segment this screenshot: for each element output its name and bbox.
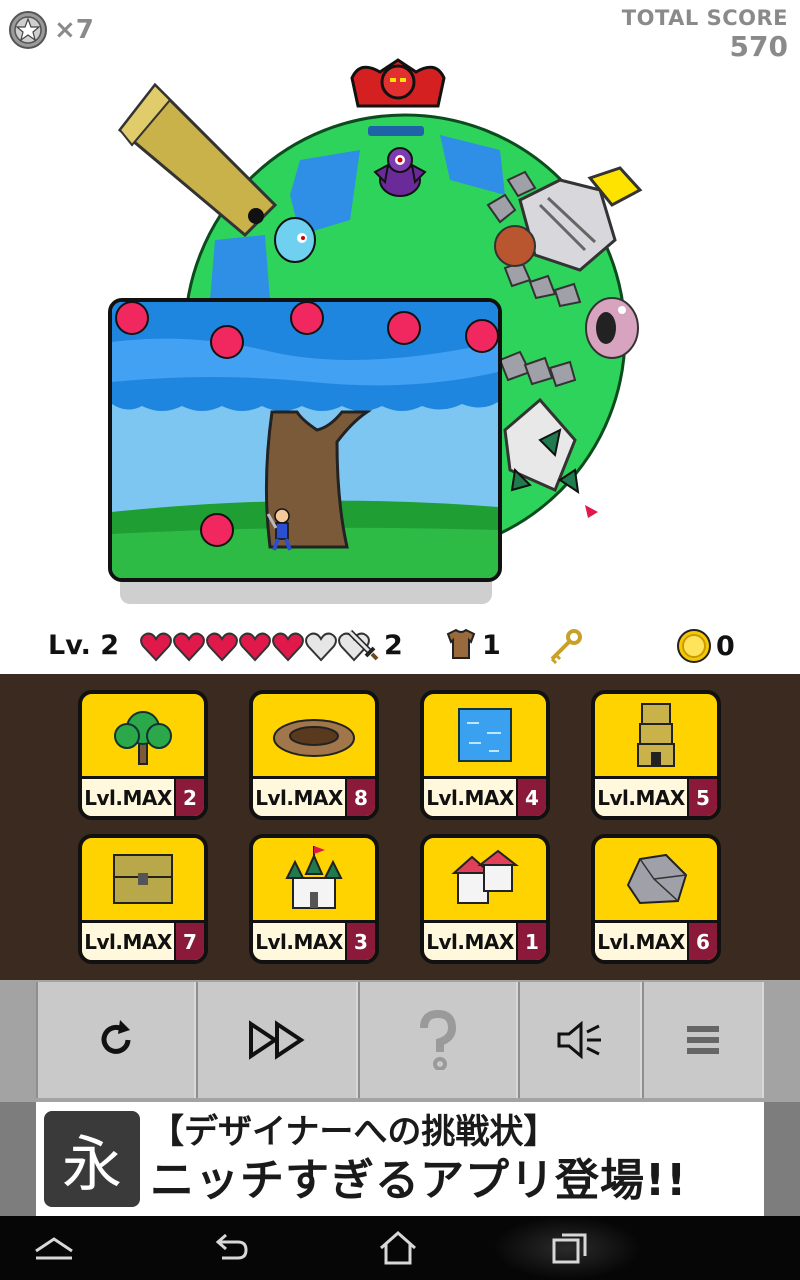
ad-line-1: 【デザイナーへの挑戦状】 <box>150 1112 558 1152</box>
building-footer: Lvl.MAX 8 <box>253 776 375 816</box>
nav-hide-button[interactable] <box>30 1226 78 1270</box>
building-level: Lvl.MAX <box>595 923 687 960</box>
fast-forward-button[interactable] <box>196 982 358 1098</box>
menu-icon <box>687 1026 719 1054</box>
heart-full-icon <box>140 632 172 662</box>
health-hearts <box>140 632 370 662</box>
control-bar <box>0 980 800 1102</box>
nav-recents-button[interactable] <box>546 1226 594 1270</box>
building-level: Lvl.MAX <box>253 923 345 960</box>
building-count: 5 <box>687 779 717 816</box>
heart-full-icon <box>206 632 238 662</box>
back-icon <box>215 1233 248 1260</box>
building-footer: Lvl.MAX 4 <box>424 776 546 816</box>
building-footer: Lvl.MAX 6 <box>595 920 717 960</box>
building-panel: Lvl.MAX 2 Lvl.MAX 8 Lvl.MAX 4 Lvl.MAX 5 Lvl.MAX 7… <box>0 674 800 980</box>
building-count: 7 <box>174 923 204 960</box>
building-card-hole[interactable]: Lvl.MAX 8 <box>249 690 379 820</box>
building-count: 3 <box>345 923 375 960</box>
house-icon <box>424 838 546 920</box>
castle-icon <box>253 838 375 920</box>
building-count: 1 <box>516 923 546 960</box>
chest-icon <box>82 838 204 920</box>
help-icon <box>420 1010 457 1070</box>
cave-monster-icon <box>585 297 639 359</box>
ad-banner[interactable]: 永 【デザイナーへの挑戦状】 ニッチすぎるアプリ登場!! <box>36 1102 764 1216</box>
coin-count: 0 <box>716 630 735 662</box>
system-nav-bar <box>0 1216 800 1280</box>
building-level: Lvl.MAX <box>424 779 516 816</box>
building-level: Lvl.MAX <box>82 779 174 816</box>
building-footer: Lvl.MAX 7 <box>82 920 204 960</box>
battle-scene[interactable] <box>108 298 502 582</box>
sword-count: 2 <box>384 629 403 661</box>
building-card-tree[interactable]: Lvl.MAX 2 <box>78 690 208 820</box>
ad-line-2: ニッチすぎるアプリ登場!! <box>150 1155 688 1206</box>
help-button[interactable] <box>358 982 518 1098</box>
menu-button[interactable] <box>642 982 764 1098</box>
building-card-tower[interactable]: Lvl.MAX 5 <box>591 690 721 820</box>
home-icon <box>380 1230 416 1265</box>
building-count: 4 <box>516 779 546 816</box>
fast-forward-icon <box>249 1020 305 1060</box>
sword-icon <box>347 629 379 661</box>
cannon-tower-icon <box>117 82 278 238</box>
building-card-castle[interactable]: Lvl.MAX 3 <box>249 834 379 964</box>
nav-back-button[interactable] <box>206 1226 254 1270</box>
heart-empty-icon <box>305 632 337 662</box>
building-count: 2 <box>174 779 204 816</box>
nav-home-button[interactable] <box>374 1226 422 1270</box>
rock-icon <box>595 838 717 920</box>
building-footer: Lvl.MAX 3 <box>253 920 375 960</box>
blue-ghost-icon <box>274 217 316 263</box>
coin-icon <box>677 629 711 663</box>
sound-button[interactable] <box>518 982 642 1098</box>
heart-full-icon <box>173 632 205 662</box>
ad-logo: 永 <box>44 1111 140 1207</box>
heart-full-icon <box>272 632 304 662</box>
armor-stat: 1 <box>444 628 501 662</box>
red-devil-icon <box>350 58 446 108</box>
player-level: Lv. 2 <box>48 630 120 661</box>
reload-button[interactable] <box>36 982 196 1098</box>
total-score-label: TOTAL SCORE <box>621 6 788 30</box>
heart-full-icon <box>239 632 271 662</box>
tree-icon <box>82 694 204 776</box>
sound-icon <box>557 1020 601 1060</box>
building-count: 6 <box>687 923 717 960</box>
building-level: Lvl.MAX <box>424 923 516 960</box>
reload-icon <box>101 1020 131 1054</box>
recents-icon <box>552 1233 587 1264</box>
building-footer: Lvl.MAX 5 <box>595 776 717 816</box>
key-stat <box>546 628 584 664</box>
building-card-rock[interactable]: Lvl.MAX 6 <box>591 834 721 964</box>
tower-icon <box>595 694 717 776</box>
hole-icon <box>253 694 375 776</box>
building-level: Lvl.MAX <box>253 779 345 816</box>
building-card-house[interactable]: Lvl.MAX 1 <box>420 834 550 964</box>
sword-stat: 2 <box>346 628 403 662</box>
chevron-up-icon <box>35 1237 73 1260</box>
building-footer: Lvl.MAX 1 <box>424 920 546 960</box>
building-card-pond[interactable]: Lvl.MAX 4 <box>420 690 550 820</box>
key-icon <box>550 629 582 664</box>
boulder-icon <box>494 225 536 267</box>
building-card-chest[interactable]: Lvl.MAX 7 <box>78 834 208 964</box>
building-count: 8 <box>345 779 375 816</box>
armor-count: 1 <box>482 629 501 661</box>
coin-stat: 0 <box>676 628 735 664</box>
ad-text: 【デザイナーへの挑戦状】 ニッチすぎるアプリ登場!! <box>150 1110 687 1208</box>
building-level: Lvl.MAX <box>595 779 687 816</box>
armor-icon <box>446 628 476 659</box>
building-level: Lvl.MAX <box>82 923 174 960</box>
pond-icon <box>424 694 546 776</box>
building-footer: Lvl.MAX 2 <box>82 776 204 816</box>
